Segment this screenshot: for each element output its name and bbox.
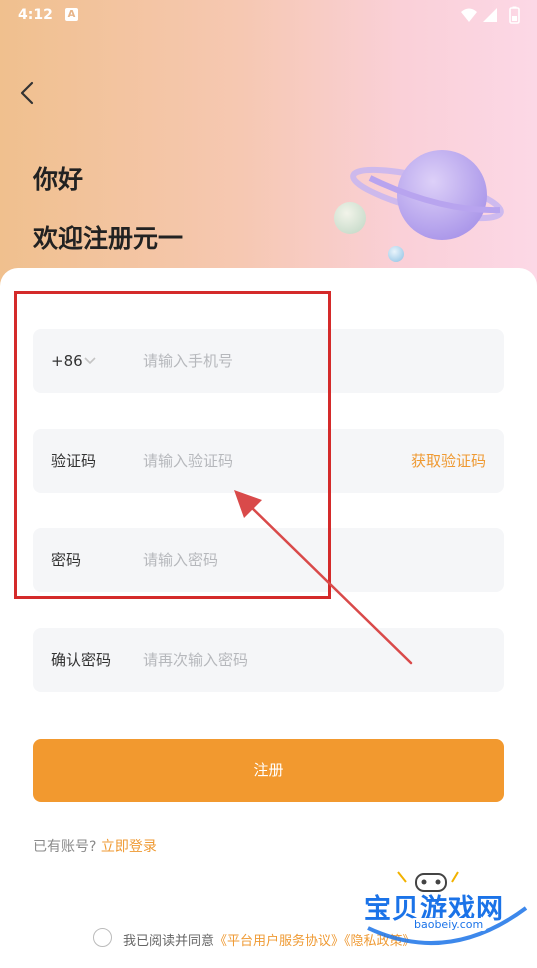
back-button[interactable] xyxy=(14,78,42,108)
planet-illustration xyxy=(334,150,504,262)
confirm-password-label: 确认密码 xyxy=(51,651,112,669)
confirm-password-input[interactable] xyxy=(143,628,383,692)
agreement-text: 我已阅读并同意 xyxy=(123,934,215,949)
status-bar: 4:12 A xyxy=(0,0,537,32)
login-question: 已有账号? xyxy=(33,839,97,855)
agreement-checkbox[interactable] xyxy=(93,928,112,947)
greeting-title: 你好 xyxy=(33,165,84,194)
annotation-highlight-box xyxy=(14,291,331,599)
battery-icon xyxy=(509,6,520,24)
terms-link[interactable]: 《平台用户服务协议》 xyxy=(214,934,344,949)
wifi-icon xyxy=(461,8,477,22)
register-button[interactable]: 注册 xyxy=(33,739,504,802)
notification-icon: A xyxy=(65,8,78,21)
watermark-url: baobeiy.com xyxy=(410,918,488,931)
signal-icon xyxy=(483,8,497,22)
watermark-logo: 宝贝游戏网 baobeiy.com xyxy=(358,868,536,956)
status-icons xyxy=(461,6,520,24)
login-prompt: 已有账号? 立即登录 xyxy=(33,836,157,856)
login-link[interactable]: 立即登录 xyxy=(101,839,157,855)
get-code-button[interactable]: 获取验证码 xyxy=(411,429,486,493)
confirm-password-field: 确认密码 xyxy=(33,628,504,692)
status-time: 4:12 xyxy=(18,7,53,23)
welcome-title: 欢迎注册元一 xyxy=(33,224,184,253)
